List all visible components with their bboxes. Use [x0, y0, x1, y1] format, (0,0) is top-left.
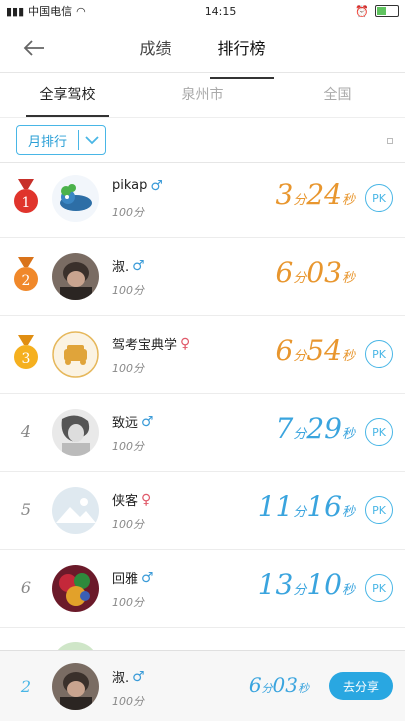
leaderboard-row[interactable]: 1 pikap ♂ 100分 3分24秒 PK — [0, 160, 405, 238]
avatar[interactable] — [52, 253, 99, 300]
back-button[interactable] — [20, 34, 48, 62]
male-icon: ♂ — [141, 569, 154, 586]
leaderboard-row[interactable]: 6 回雅 ♂ 100分 13分10秒 PK — [0, 550, 405, 628]
pk-button[interactable]: PK — [365, 496, 393, 524]
indicator-icon — [387, 138, 393, 144]
leaderboard-row[interactable]: 5 侠客 ♀ 100分 11分16秒 PK — [0, 472, 405, 550]
exam-time: 7分29秒 — [275, 412, 356, 445]
status-bar: ▮▮▮ 中国电信 ◠ 14:15 ⏰ — [0, 0, 405, 22]
leaderboard-list: 1 pikap ♂ 100分 3分24秒 PK 2 淑. ♂ 100分 6分03… — [0, 160, 405, 668]
clock: 14:15 — [204, 4, 237, 18]
pk-button[interactable]: PK — [365, 418, 393, 446]
leaderboard-row[interactable]: 3 驾考宝典学 ♀ 100分 6分54秒 PK — [0, 316, 405, 394]
tab-leaderboard[interactable]: 排行榜 — [209, 29, 274, 79]
user-name: pikap ♂ — [112, 177, 163, 194]
svg-text:1: 1 — [22, 195, 31, 211]
header: 成绩 排行榜 — [0, 22, 405, 79]
period-dropdown[interactable]: 月排行 — [16, 125, 106, 155]
signal-icon: ▮▮▮ — [6, 4, 25, 18]
share-button[interactable]: 去分享 — [329, 672, 393, 700]
my-name: 淑. ♂ — [112, 668, 145, 687]
male-icon: ♂ — [132, 668, 145, 685]
user-score: 100分 — [112, 596, 144, 609]
male-icon: ♂ — [132, 257, 145, 274]
pk-button[interactable]: PK — [365, 574, 393, 602]
leaderboard-row[interactable]: 2 淑. ♂ 100分 6分03秒 — [0, 238, 405, 316]
user-score: 100分 — [112, 518, 144, 531]
avatar[interactable] — [52, 409, 99, 456]
avatar[interactable] — [52, 487, 99, 534]
male-icon: ♂ — [150, 177, 163, 194]
pk-button[interactable]: PK — [365, 184, 393, 212]
svg-text:2: 2 — [22, 273, 31, 289]
avatar[interactable] — [52, 565, 99, 612]
scope-tab-city[interactable]: 泉州市 — [135, 73, 270, 117]
user-name: 回雅 ♂ — [112, 569, 154, 588]
user-score: 100分 — [112, 362, 144, 375]
user-name: 淑. ♂ — [112, 257, 145, 276]
female-icon: ♀ — [180, 335, 191, 352]
back-arrow-icon — [23, 40, 44, 56]
tab-scores[interactable]: 成绩 — [137, 29, 173, 65]
rank-number: 4 — [20, 422, 32, 441]
user-name: 驾考宝典学 ♀ — [112, 335, 191, 354]
my-rank-number: 2 — [20, 677, 32, 696]
exam-time: 3分24秒 — [275, 178, 356, 211]
gold-medal-icon: 3 — [14, 335, 38, 369]
alarm-icon: ⏰ — [355, 4, 369, 18]
chevron-down-icon — [79, 135, 105, 145]
user-score: 100分 — [112, 206, 144, 219]
exam-time: 11分16秒 — [257, 490, 355, 523]
orange-medal-icon: 2 — [14, 257, 38, 291]
battery-icon — [375, 5, 399, 17]
my-avatar[interactable] — [52, 663, 99, 710]
svg-text:3: 3 — [22, 351, 31, 367]
avatar[interactable] — [52, 175, 99, 222]
pk-button[interactable]: PK — [365, 340, 393, 368]
user-score: 100分 — [112, 440, 144, 453]
red-medal-icon: 1 — [14, 179, 38, 213]
scope-tab-school[interactable]: 全享驾校 — [0, 73, 135, 117]
male-icon: ♂ — [141, 413, 154, 430]
period-dropdown-label: 月排行 — [27, 134, 67, 150]
carrier-label: 中国电信 — [28, 5, 73, 18]
rank-number: 6 — [20, 578, 32, 597]
my-exam-time: 6分03秒 — [248, 673, 309, 697]
user-score: 100分 — [112, 284, 144, 297]
user-name: 侠客 ♀ — [112, 491, 152, 510]
status-left: ▮▮▮ 中国电信 ◠ — [6, 3, 86, 19]
user-name: 致远 ♂ — [112, 413, 154, 432]
exam-time: 13分10秒 — [257, 568, 355, 601]
my-score: 100分 — [112, 695, 144, 708]
rank-number: 5 — [20, 500, 32, 519]
status-right: ⏰ — [355, 5, 399, 18]
filter-row: 月排行 — [0, 118, 405, 162]
scope-tab-national[interactable]: 全国 — [270, 73, 405, 117]
header-tabs: 成绩 排行榜 — [0, 22, 405, 79]
my-rank-bar: 2 淑. ♂ 100分 6分03秒 去分享 — [0, 650, 405, 721]
avatar[interactable] — [52, 331, 99, 378]
exam-time: 6分03秒 — [275, 256, 356, 289]
female-icon: ♀ — [141, 491, 152, 508]
scope-tabs: 全享驾校 泉州市 全国 — [0, 73, 405, 118]
exam-time: 6分54秒 — [275, 334, 356, 367]
wifi-icon: ◠ — [76, 4, 86, 18]
leaderboard-row[interactable]: 4 致远 ♂ 100分 7分29秒 PK — [0, 394, 405, 472]
